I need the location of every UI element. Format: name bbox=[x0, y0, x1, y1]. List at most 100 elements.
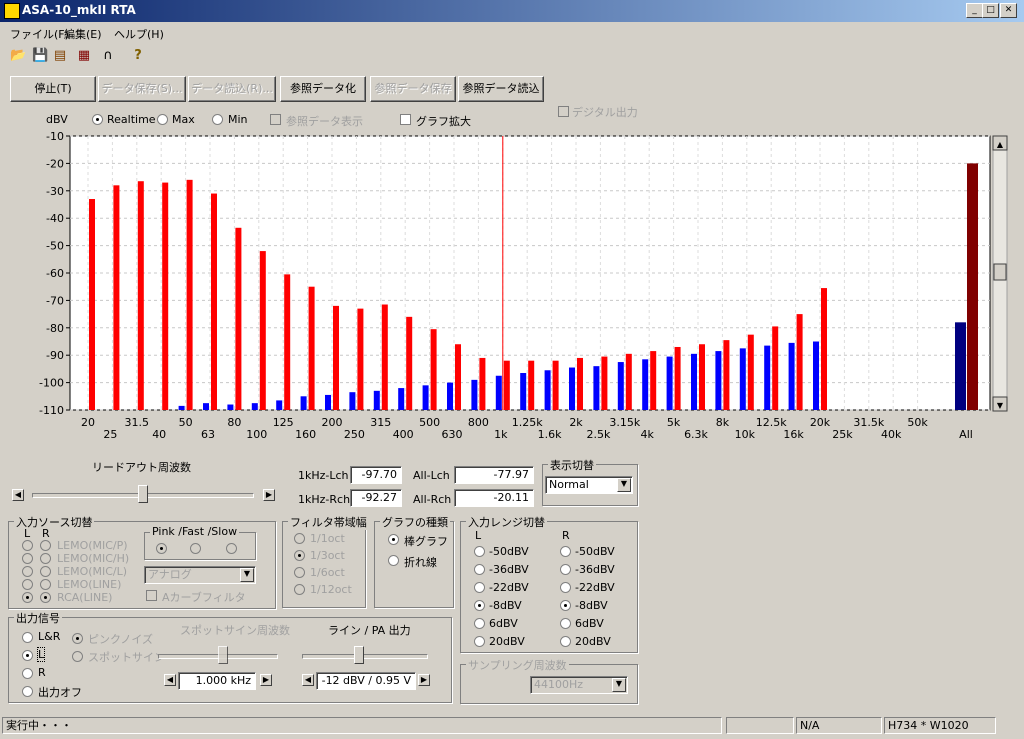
graph-zoom-checkbox[interactable] bbox=[400, 114, 411, 125]
input-source-r-radio[interactable] bbox=[40, 566, 51, 577]
filter-bw-radio[interactable] bbox=[294, 533, 305, 544]
range-l-radio[interactable] bbox=[474, 564, 485, 575]
minimize-button[interactable]: _ bbox=[966, 3, 983, 18]
input-source-l-radio[interactable] bbox=[22, 592, 33, 603]
x-tick-label: 200 bbox=[322, 416, 343, 429]
rch-all-value: -20.11 bbox=[454, 489, 534, 507]
range-l-radio[interactable] bbox=[474, 546, 485, 557]
x-tick-label: 800 bbox=[468, 416, 489, 429]
menu-file[interactable]: ファイル(F) bbox=[10, 26, 69, 42]
spot-sine-radio[interactable] bbox=[72, 651, 83, 662]
y-tick-label: -110 bbox=[39, 404, 64, 417]
filter-bw-radio[interactable] bbox=[294, 550, 305, 561]
spot-freq-left-arrow[interactable]: ◀ bbox=[164, 674, 176, 686]
open-folder-icon[interactable]: 📂 bbox=[10, 48, 26, 64]
input-source-item-label: LEMO(MIC/P) bbox=[57, 539, 128, 552]
readout-left-arrow[interactable]: ◀ bbox=[12, 489, 24, 501]
input-source-l-radio[interactable] bbox=[22, 553, 33, 564]
input-source-r-radio[interactable] bbox=[40, 592, 51, 603]
x-tick-label: 20 bbox=[81, 416, 95, 429]
pink-noise-radio[interactable] bbox=[72, 633, 83, 644]
digital-output-checkbox[interactable] bbox=[558, 106, 569, 117]
input-source-r-label: R bbox=[42, 527, 50, 540]
x-tick-label: 63 bbox=[201, 428, 215, 441]
help-icon[interactable]: ? bbox=[130, 48, 146, 64]
print-icon[interactable]: ▦ bbox=[76, 48, 92, 64]
range-r-radio[interactable] bbox=[560, 546, 571, 557]
range-l-radio[interactable] bbox=[474, 600, 485, 611]
range-r-label: 6dBV bbox=[575, 617, 604, 630]
maximize-button[interactable]: □ bbox=[982, 3, 999, 18]
make-reference-button[interactable]: 参照データ化 bbox=[280, 76, 366, 102]
line-graph-radio[interactable] bbox=[388, 555, 399, 566]
menu-help[interactable]: ヘルプ(H) bbox=[114, 26, 164, 42]
export-icon[interactable]: ▤ bbox=[52, 48, 68, 64]
magnet-icon[interactable]: ∩ bbox=[100, 48, 116, 64]
range-r-radio[interactable] bbox=[560, 582, 571, 593]
range-r-radio[interactable] bbox=[560, 564, 571, 575]
filter-bw-label: 1/6oct bbox=[310, 566, 345, 579]
load-reference-button[interactable]: 参照データ読込 bbox=[458, 76, 544, 102]
y-tick-label: -70 bbox=[46, 294, 64, 307]
spot-freq-right-arrow[interactable]: ▶ bbox=[260, 674, 272, 686]
bar-l bbox=[422, 385, 429, 410]
input-source-l-radio[interactable] bbox=[22, 579, 33, 590]
spot-freq-thumb[interactable] bbox=[218, 646, 228, 664]
load-data-button[interactable]: データ読込(R)... bbox=[188, 76, 276, 102]
bar-l bbox=[739, 348, 746, 410]
slow-radio[interactable] bbox=[226, 543, 237, 554]
bar-r bbox=[235, 227, 242, 410]
line-pa-value[interactable]: -12 dBV / 0.95 V bbox=[316, 672, 416, 690]
pink-noise-label: ピンクノイズ bbox=[88, 633, 154, 646]
bar-graph-radio[interactable] bbox=[388, 534, 399, 545]
line-pa-thumb[interactable] bbox=[354, 646, 364, 664]
menu-edit[interactable]: 編集(E) bbox=[64, 26, 102, 42]
filter-bw-radio[interactable] bbox=[294, 584, 305, 595]
spot-freq-value[interactable]: 1.000 kHz bbox=[178, 672, 256, 690]
filter-bw-label: 1/1oct bbox=[310, 532, 345, 545]
input-source-r-radio[interactable] bbox=[40, 540, 51, 551]
filter-bw-radio[interactable] bbox=[294, 567, 305, 578]
sampling-dropdown-icon[interactable]: ▼ bbox=[612, 678, 626, 692]
line-pa-track[interactable] bbox=[302, 654, 428, 659]
scroll-down-icon: ▼ bbox=[997, 401, 1004, 410]
output-lr-radio[interactable] bbox=[22, 632, 33, 643]
input-source-r-radio[interactable] bbox=[40, 553, 51, 564]
min-radio[interactable] bbox=[212, 114, 223, 125]
range-r-radio[interactable] bbox=[560, 636, 571, 647]
readout-freq-thumb[interactable] bbox=[138, 485, 148, 503]
readout-right-arrow[interactable]: ▶ bbox=[263, 489, 275, 501]
range-l-radio[interactable] bbox=[474, 618, 485, 629]
display-switch-dropdown-icon[interactable]: ▼ bbox=[617, 478, 631, 492]
max-radio[interactable] bbox=[157, 114, 168, 125]
bar-l bbox=[203, 403, 209, 410]
save-reference-button[interactable]: 参照データ保存 bbox=[370, 76, 456, 102]
x-tick-label: 2.5k bbox=[586, 428, 610, 441]
output-l-radio[interactable] bbox=[22, 650, 33, 661]
output-off-radio[interactable] bbox=[22, 686, 33, 697]
bar-l bbox=[300, 396, 307, 410]
lch-all-value: -77.97 bbox=[454, 466, 534, 484]
output-r-radio[interactable] bbox=[22, 668, 33, 679]
a-filter-checkbox[interactable] bbox=[146, 590, 157, 601]
fast-radio[interactable] bbox=[190, 543, 201, 554]
input-source-l-radio[interactable] bbox=[22, 566, 33, 577]
input-source-item-label: LEMO(LINE) bbox=[57, 578, 122, 591]
save-data-button[interactable]: データ保存(S)... bbox=[98, 76, 186, 102]
pink-radio[interactable] bbox=[156, 543, 167, 554]
save-icon[interactable]: 💾 bbox=[32, 48, 48, 64]
range-r-radio[interactable] bbox=[560, 600, 571, 611]
range-l-radio[interactable] bbox=[474, 636, 485, 647]
close-button[interactable]: ✕ bbox=[1000, 3, 1017, 18]
ref-display-checkbox[interactable] bbox=[270, 114, 281, 125]
line-pa-right-arrow[interactable]: ▶ bbox=[418, 674, 430, 686]
line-pa-left-arrow[interactable]: ◀ bbox=[302, 674, 314, 686]
range-r-radio[interactable] bbox=[560, 618, 571, 629]
range-l-radio[interactable] bbox=[474, 582, 485, 593]
input-source-l-radio[interactable] bbox=[22, 540, 33, 551]
input-source-r-radio[interactable] bbox=[40, 579, 51, 590]
realtime-radio[interactable] bbox=[92, 114, 103, 125]
analog-dropdown-icon[interactable]: ▼ bbox=[240, 568, 254, 582]
range-l-label: -50dBV bbox=[489, 545, 529, 558]
stop-button[interactable]: 停止(T) bbox=[10, 76, 96, 102]
